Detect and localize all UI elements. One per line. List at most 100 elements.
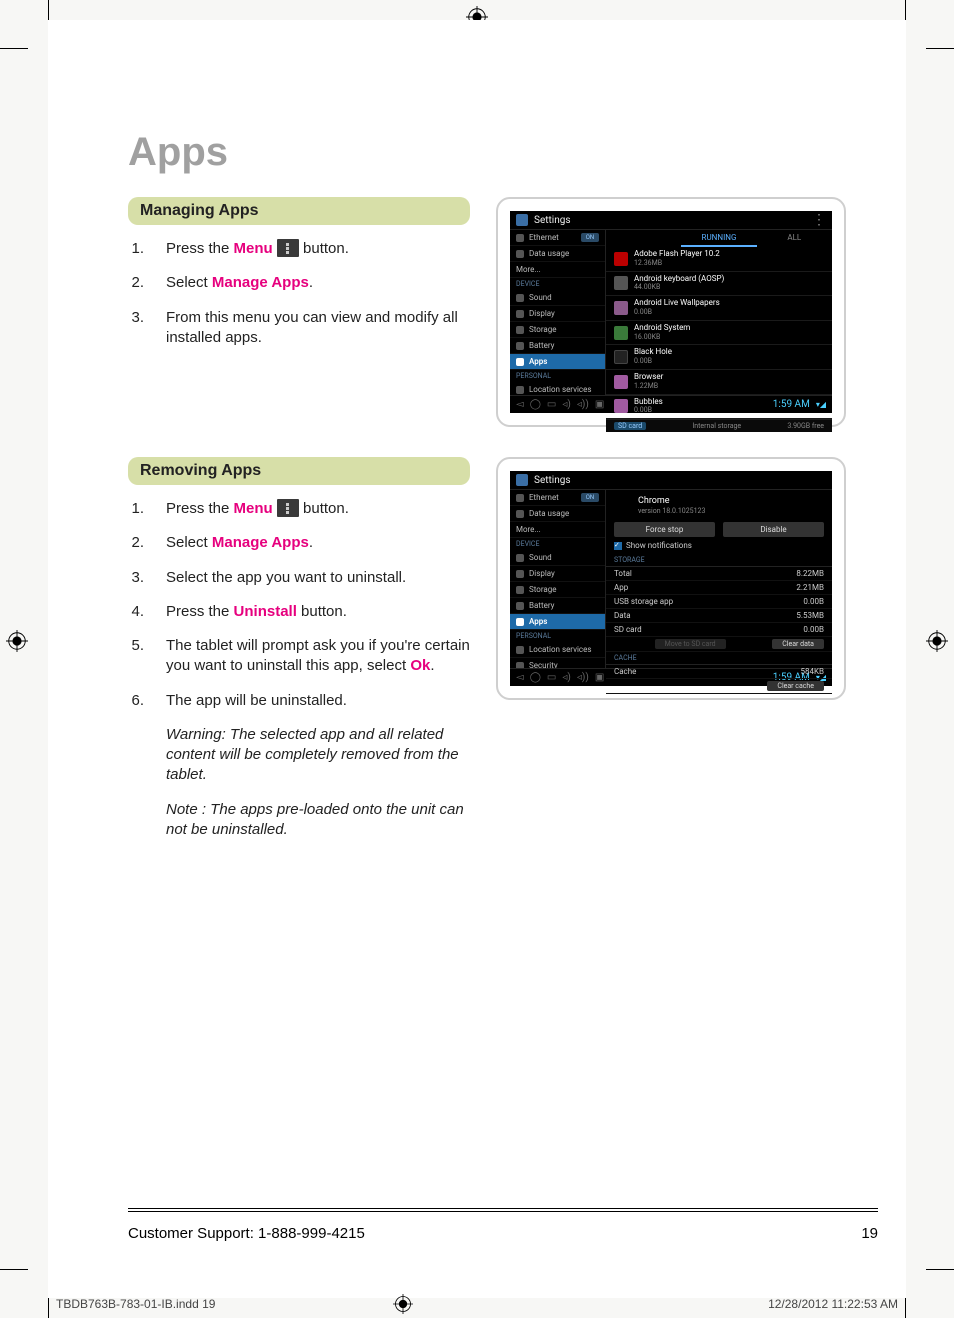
app-version: version 18.0.1025123 (638, 507, 705, 515)
step-number: 3. (128, 568, 144, 588)
data-usage-icon (516, 510, 524, 518)
footer-rule (128, 1208, 878, 1212)
bubbles-icon (614, 399, 628, 413)
apps-icon (516, 618, 524, 626)
indd-filename: TBDB763B-783-01-IB.indd 19 (56, 1297, 215, 1311)
app-row: Adobe Flash Player 10.212.36MB (606, 247, 832, 272)
note-text: Note : The apps pre-loaded onto the unit… (166, 800, 470, 841)
free-space-label: 3.90GB free (787, 422, 824, 430)
page-number: 19 (861, 1225, 878, 1242)
storage-row: SD card0.00B (606, 623, 832, 637)
battery-icon (516, 602, 524, 610)
app-row: Android Live Wallpapers0.00B (606, 296, 832, 321)
app-row: Android keyboard (AOSP)44.00KB (606, 272, 832, 297)
step-number: 2. (128, 533, 144, 553)
step-text: The tablet will prompt ask you if you're… (166, 636, 470, 677)
sidebar-item-ethernet: EthernetON (510, 490, 605, 506)
storage-icon (516, 326, 524, 334)
sidebar-category-device: DEVICE (510, 538, 605, 550)
flash-icon (614, 252, 628, 266)
storage-row: USB storage app0.00B (606, 595, 832, 609)
storage-bar: SD card Internal storage 3.90GB free (606, 419, 832, 432)
section-managing-apps: Managing Apps 1. Press the Menu button. … (128, 197, 878, 427)
step-text: Press the Menu button. (166, 239, 470, 259)
section-header-removing: Removing Apps (128, 457, 470, 485)
sidebar-category-device: DEVICE (510, 278, 605, 290)
customer-support-text: Customer Support: 1-888-999-4215 (128, 1225, 365, 1242)
sidebar-item-apps: Apps (510, 614, 605, 630)
step-text: The app will be uninstalled. (166, 691, 470, 711)
storage-actions: Move to SD card Clear data (606, 637, 832, 652)
storage-icon (516, 586, 524, 594)
settings-titlebar: Settings (510, 471, 832, 490)
sidebar-item-battery: Battery (510, 598, 605, 614)
sidebar-item-security: Security (510, 658, 605, 668)
storage-row: Total8.22MB (606, 567, 832, 581)
toggle-on: ON (581, 233, 599, 242)
location-icon (516, 386, 524, 394)
screenshot-tablet-app-detail: Settings EthernetON Data usage More... D… (496, 457, 846, 700)
settings-sidebar: EthernetON Data usage More... DEVICE Sou… (510, 490, 606, 668)
app-name: Chrome (638, 496, 670, 506)
warning-text: Warning: The selected app and all relate… (166, 725, 470, 786)
back-icon: ◅ (516, 399, 524, 410)
sidebar-item-data-usage: Data usage (510, 246, 605, 262)
step-text: From this menu you can view and modify a… (166, 308, 470, 349)
sidebar-item-data-usage: Data usage (510, 506, 605, 522)
sidebar-item-more: More... (510, 522, 605, 538)
indd-datetime: 12/28/2012 11:22:53 AM (768, 1297, 898, 1311)
sidebar-category-personal: PERSONAL (510, 630, 605, 642)
move-to-sd-button: Move to SD card (655, 639, 726, 649)
show-notifications-checkbox: Show notifications (606, 541, 832, 554)
section-removing-apps: Removing Apps 1. Press the Menu button. … (128, 457, 878, 840)
back-icon: ◅ (516, 672, 524, 683)
sidebar-item-storage: Storage (510, 322, 605, 338)
cache-section-head: CACHE (606, 652, 832, 665)
tab-running: RUNNING (681, 230, 756, 247)
vol-up-icon: ◃)) (577, 399, 589, 410)
battery-icon (516, 342, 524, 350)
sidebar-item-sound: Sound (510, 290, 605, 306)
ethernet-icon (516, 494, 524, 502)
sidebar-item-location: Location services (510, 642, 605, 658)
sidebar-item-display: Display (510, 306, 605, 322)
screenshot-icon: ▣ (595, 672, 604, 683)
clear-data-button: Clear data (772, 639, 824, 649)
settings-sidebar: EthernetON Data usage More... DEVICE Sou… (510, 230, 606, 395)
home-icon: ◯ (530, 399, 541, 410)
settings-titlebar: Settings ⋮ (510, 211, 832, 230)
android-icon (614, 326, 628, 340)
step-text: Select the app you want to uninstall. (166, 568, 470, 588)
sidebar-item-location: Location services (510, 382, 605, 395)
tab-all: ALL (757, 230, 832, 247)
blackhole-icon (614, 350, 628, 364)
step-number: 6. (128, 691, 144, 711)
step-number: 5. (128, 636, 144, 677)
tab-downloaded (606, 230, 681, 247)
settings-app-icon (516, 214, 528, 226)
app-row: Black Hole0.00B (606, 345, 832, 370)
settings-title: Settings (534, 475, 571, 486)
keyboard-icon (614, 276, 628, 290)
overflow-icon: ⋮ (812, 215, 826, 225)
sidebar-category-personal: PERSONAL (510, 370, 605, 382)
data-usage-icon (516, 250, 524, 258)
wallpaper-icon (614, 301, 628, 315)
vol-up-icon: ◃)) (577, 672, 589, 683)
disable-button: Disable (723, 522, 824, 537)
force-stop-button: Force stop (614, 522, 715, 537)
menu-icon (277, 499, 299, 517)
step-number: 1. (128, 239, 144, 259)
sidebar-item-display: Display (510, 566, 605, 582)
menu-label: Menu (234, 500, 273, 517)
step-text: Press the Menu button. (166, 499, 470, 519)
uninstall-label: Uninstall (234, 603, 297, 620)
app-row: Browser1.22MB (606, 370, 832, 395)
sidebar-item-sound: Sound (510, 550, 605, 566)
sd-card-label: SD card (614, 422, 646, 430)
internal-storage-label: Internal storage (646, 422, 787, 430)
step-text: Select Manage Apps. (166, 273, 470, 293)
location-icon (516, 646, 524, 654)
sidebar-item-more: More... (510, 262, 605, 278)
page-title: Apps (128, 130, 878, 175)
